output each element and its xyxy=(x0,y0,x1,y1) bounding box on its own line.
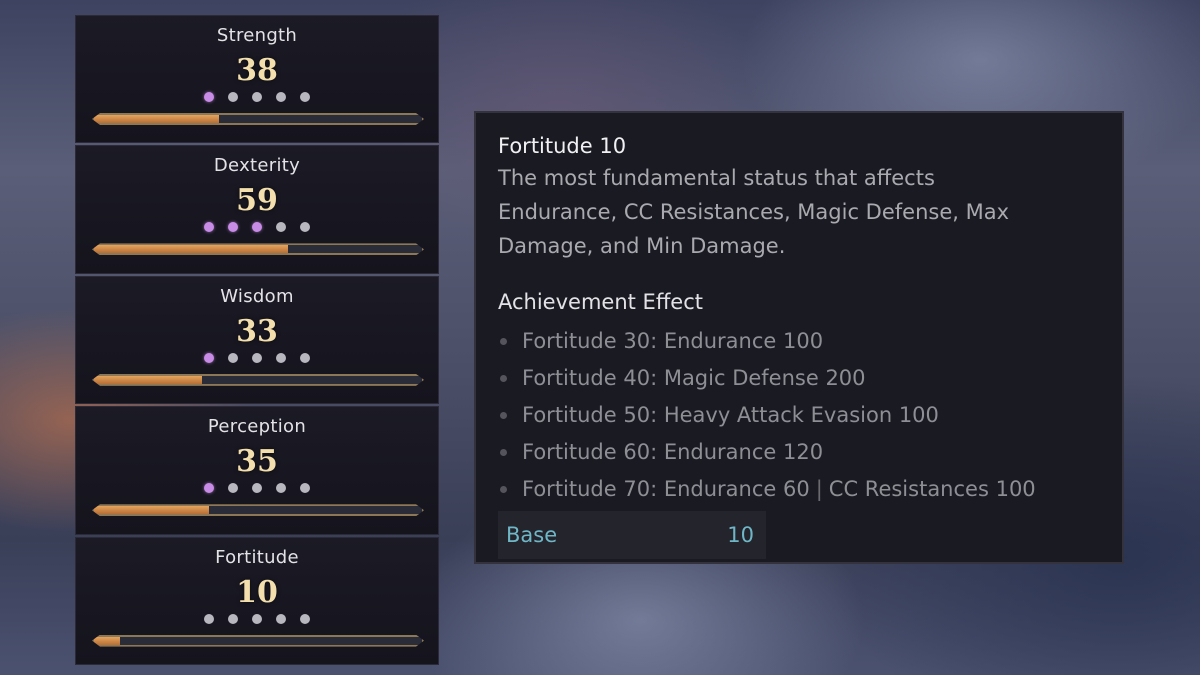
tier-dot-active xyxy=(204,352,214,363)
stat-value: 33 xyxy=(236,313,278,349)
stat-value: 10 xyxy=(236,574,278,610)
achievement-item: Fortitude 30: Endurance 100 xyxy=(498,323,1100,360)
tier-dot-inactive xyxy=(300,483,310,494)
tier-dot-inactive xyxy=(228,483,238,494)
stat-name: Fortitude xyxy=(215,546,299,568)
achievement-text: Fortitude 40: Magic Defense 200 xyxy=(522,366,866,390)
achievement-list: Fortitude 30: Endurance 100 Fortitude 40… xyxy=(498,323,1100,508)
stat-card-wisdom[interactable]: Wisdom 33 xyxy=(75,275,439,405)
tier-dot-inactive xyxy=(228,613,238,624)
achievement-heading: Achievement Effect xyxy=(498,290,703,314)
stat-name: Dexterity xyxy=(213,155,301,177)
tier-dot-active xyxy=(204,222,214,233)
achievement-text: Fortitude 60: Endurance 120 xyxy=(522,440,824,464)
tier-dot-inactive xyxy=(252,613,262,624)
tooltip-description: The most fundamental status that affects… xyxy=(498,166,1010,258)
tier-dot-inactive xyxy=(252,483,262,494)
base-stat-row: Base 10 xyxy=(498,511,766,559)
stat-progress-fill xyxy=(94,506,209,514)
tier-dots xyxy=(76,222,438,233)
achievement-extra: CC Resistances 100 xyxy=(828,477,1036,501)
achievement-item: Fortitude 70: Endurance 60 | CC Resistance… xyxy=(498,471,1100,508)
stat-card-strength[interactable]: Strength 38 xyxy=(75,15,439,144)
tier-dot-active xyxy=(204,483,214,494)
stat-progress-bar xyxy=(92,504,424,516)
tier-dot-inactive xyxy=(276,222,286,233)
base-label: Base xyxy=(506,523,558,547)
stat-value: 35 xyxy=(236,444,278,480)
base-value: 10 xyxy=(727,523,754,547)
stat-card-fortitude[interactable]: Fortitude 10 xyxy=(75,536,439,666)
separator: | xyxy=(815,477,823,501)
stats-panel: Strength 38 Dexterity 59 Wisdom 33 Perce… xyxy=(75,15,439,666)
tier-dot-inactive xyxy=(228,92,238,102)
stat-value: 38 xyxy=(236,53,278,88)
tier-dot-inactive xyxy=(252,352,262,363)
achievement-text: Fortitude 50: Heavy Attack Evasion 100 xyxy=(522,403,939,427)
tier-dot-inactive xyxy=(276,483,286,494)
tier-dot-inactive xyxy=(300,352,310,363)
achievement-item: Fortitude 60: Endurance 120 xyxy=(498,434,1100,471)
tier-dot-active xyxy=(228,222,238,233)
tier-dot-active xyxy=(204,92,214,102)
stat-progress-bar xyxy=(92,113,424,125)
stat-progress-bar xyxy=(92,374,424,386)
tier-dot-inactive xyxy=(228,352,238,363)
stat-progress-fill xyxy=(94,115,219,123)
tier-dot-active xyxy=(252,222,262,233)
achievement-item: Fortitude 50: Heavy Attack Evasion 100 xyxy=(498,397,1100,434)
stat-progress-bar xyxy=(92,635,424,647)
stat-progress-fill xyxy=(94,637,120,645)
tier-dot-inactive xyxy=(300,92,310,102)
tier-dot-inactive xyxy=(300,613,310,624)
achievement-text: Fortitude 30: Endurance 100 xyxy=(522,329,824,353)
achievement-item: Fortitude 40: Magic Defense 200 xyxy=(498,360,1100,397)
tier-dot-inactive xyxy=(276,92,286,102)
stat-progress-fill xyxy=(94,376,202,384)
stat-name: Perception xyxy=(207,416,307,438)
tier-dots xyxy=(76,613,438,624)
tier-dot-inactive xyxy=(204,613,214,624)
stat-name: Strength xyxy=(216,25,298,46)
stat-card-dexterity[interactable]: Dexterity 59 xyxy=(75,145,439,274)
tooltip-title: Fortitude 10 xyxy=(498,134,627,158)
stat-progress-bar xyxy=(92,243,424,255)
stat-value: 59 xyxy=(236,183,278,219)
stat-tooltip: Fortitude 10 The most fundamental status… xyxy=(474,111,1124,564)
achievement-text: Fortitude 70: Endurance 60 xyxy=(522,477,810,501)
stat-name: Wisdom xyxy=(220,285,294,307)
tier-dots xyxy=(76,92,438,102)
tier-dot-inactive xyxy=(276,352,286,363)
tier-dot-inactive xyxy=(300,222,310,233)
tier-dots xyxy=(76,483,438,494)
tier-dot-inactive xyxy=(252,92,262,102)
tier-dots xyxy=(76,352,438,363)
stat-progress-fill xyxy=(94,245,288,253)
stat-card-perception[interactable]: Perception 35 xyxy=(75,406,439,535)
tier-dot-inactive xyxy=(276,613,286,624)
